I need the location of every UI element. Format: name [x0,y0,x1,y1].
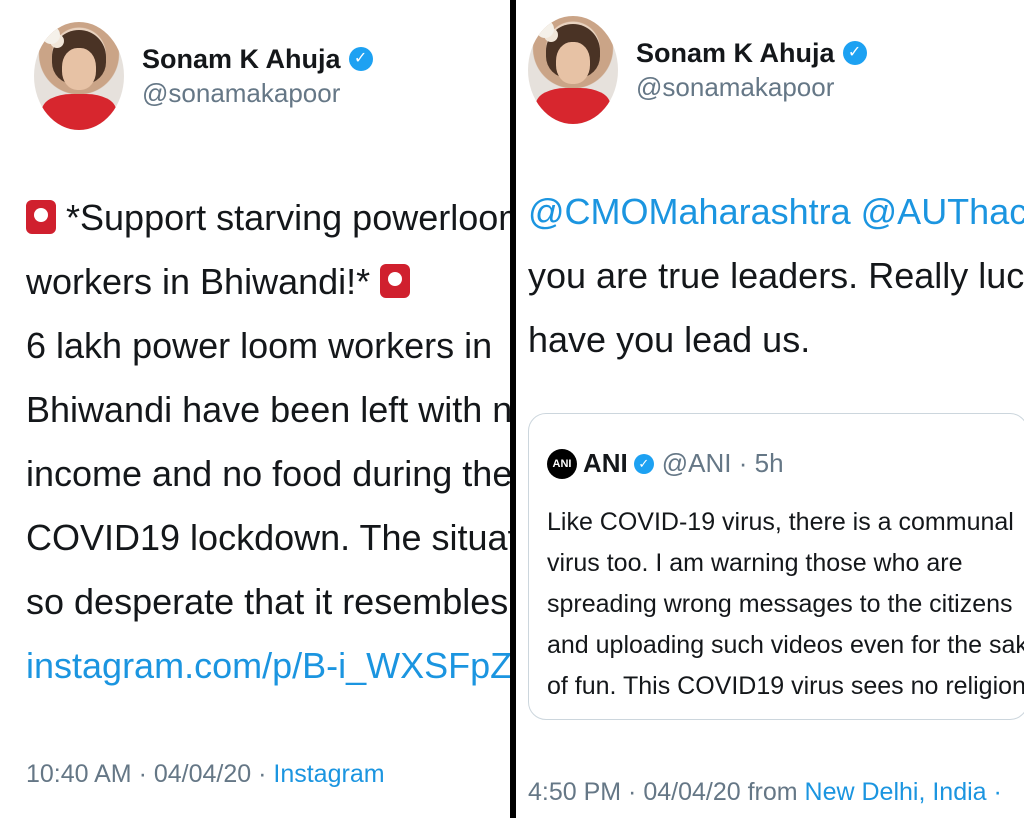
quote-line: of fun. This COVID19 virus sees no relig… [547,672,1024,700]
tweet-text: @CMOMaharashtra @AUThackeray you are tru… [528,180,1024,372]
display-name[interactable]: Sonam K Ahuja [636,36,835,70]
avatar[interactable] [528,16,618,124]
quote-line: Like COVID-19 virus, there is a communal [547,508,1014,536]
rotating-light-icon [26,200,56,234]
mentions[interactable]: @CMOMaharashtra @AUThackeray [528,180,1024,244]
quoted-tweet[interactable]: ANI ANI ✓ @ANI · 5h Like COVID-19 virus,… [528,413,1024,720]
quote-line: spreading wrong messages to the citizens [547,590,1013,618]
text-line: you are true leaders. Really lucky to [528,255,1024,296]
ani-logo-icon: ANI [547,448,577,479]
quote-line: virus too. I am warning those who are [547,549,963,577]
text-line: income and no food during the [26,453,510,494]
instagram-link[interactable]: instagram.com/p/B-i_WXSFpZF/. [26,645,510,686]
text-line: *Support starving powerloom [66,197,510,238]
tweet-left: Sonam K Ahuja ✓ @sonamakapoor *Support s… [0,0,510,818]
rotating-light-icon [380,264,411,298]
quote-line: and uploading such videos even for the s… [547,631,1024,659]
verified-icon: ✓ [348,47,373,71]
verified-icon: ✓ [633,453,654,474]
text-line: Bhiwandi have been left with no [26,389,510,430]
text-line: so desperate that it resembles a... [26,581,510,622]
text-line: 6 lakh power loom workers in [26,325,493,366]
quote-header: ANI ANI ✓ @ANI · 5h [547,448,784,479]
tweet-text: *Support starving powerloom workers in B… [26,186,510,698]
tweet-meta: 10:40 AM · 04/04/20 · Instagram [26,760,385,789]
display-name[interactable]: Sonam K Ahuja [142,42,341,76]
tweet-right: Sonam K Ahuja ✓ @sonamakapoor @CMOMahara… [516,0,1024,818]
username[interactable]: @sonamakapoor [636,70,867,104]
tweet-header: Sonam K Ahuja ✓ @sonamakapoor [528,16,867,124]
tweet-meta: 4:50 PM · 04/04/20 from New Delhi, India… [528,778,1002,807]
quote-handle-time[interactable]: @ANI · 5h [662,448,784,479]
verified-icon: ✓ [842,41,867,65]
quote-author-name[interactable]: ANI [583,448,628,479]
text-line: workers in Bhiwandi!* [26,261,371,302]
text-line: have you lead us. [528,319,811,360]
timestamp[interactable]: 10:40 AM · 04/04/20 · [26,760,273,788]
location-link[interactable]: New Delhi, India · [805,778,1002,806]
quote-text: Like COVID-19 virus, there is a communal… [547,502,1024,707]
source-link[interactable]: Instagram [273,760,384,788]
username[interactable]: @sonamakapoor [142,76,373,110]
tweet-header: Sonam K Ahuja ✓ @sonamakapoor [34,22,373,130]
text-line: COVID19 lockdown. The situation [26,517,510,558]
timestamp[interactable]: 4:50 PM · 04/04/20 from [528,778,805,806]
avatar[interactable] [34,22,124,130]
